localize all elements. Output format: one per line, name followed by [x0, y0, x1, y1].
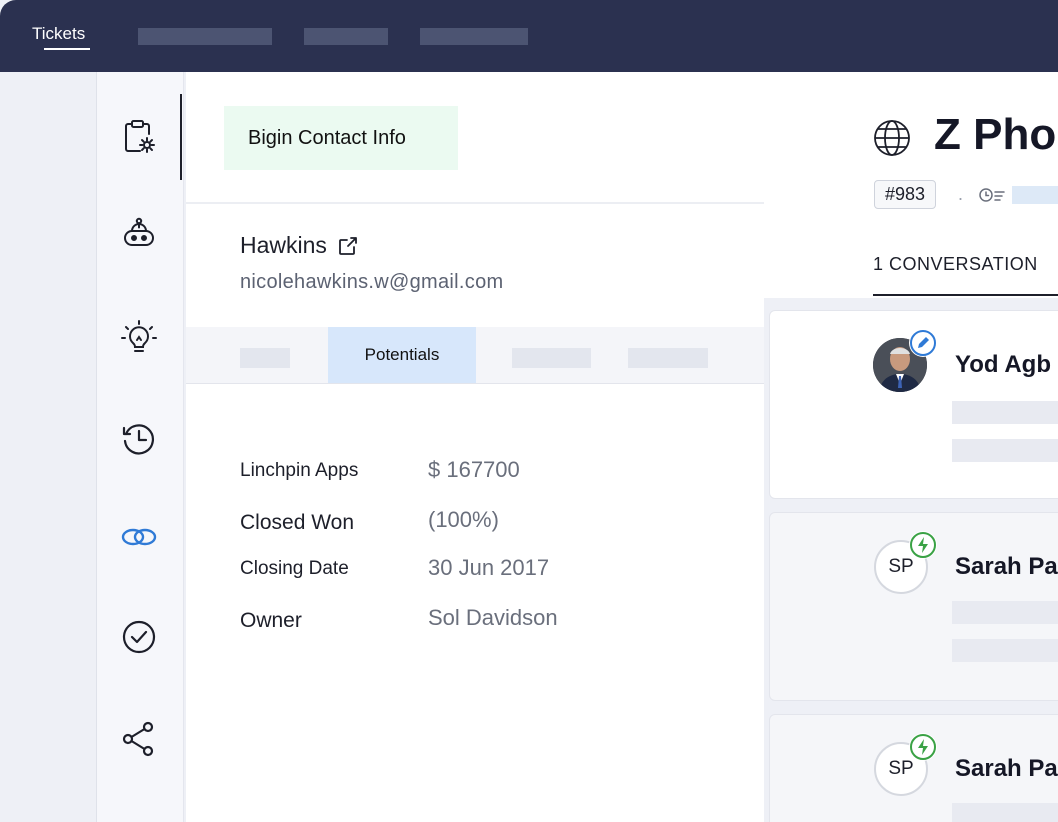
left-gutter — [0, 72, 96, 822]
tab-tickets[interactable]: Tickets — [32, 24, 85, 44]
tab-placeholder[interactable] — [304, 28, 388, 45]
field-label: Linchpin Apps — [240, 460, 359, 481]
tab-placeholder[interactable] — [512, 348, 591, 368]
panel-title: Bigin Contact Info — [224, 106, 458, 170]
field-value: (100%) — [428, 507, 499, 532]
separator: . — [958, 184, 964, 204]
ticket-subject: Z Phon — [934, 110, 1058, 159]
tab-conversation[interactable]: 1 CONVERSATION — [873, 254, 1038, 275]
message-placeholder — [952, 601, 1058, 624]
message-placeholder — [952, 439, 1058, 462]
panel-tabs: Potentials — [186, 327, 764, 384]
divider — [186, 202, 764, 204]
external-link-icon[interactable] — [337, 235, 359, 257]
pencil-icon — [909, 329, 937, 357]
top-navigation-bar: Tickets — [0, 0, 1058, 72]
status-placeholder — [1012, 186, 1058, 204]
sender-name: Sarah Pa — [955, 553, 1058, 580]
clock-list-icon — [979, 188, 1005, 202]
message-placeholder — [952, 803, 1058, 822]
globe-icon — [874, 120, 910, 156]
share-icon[interactable] — [117, 717, 161, 761]
check-circle-icon[interactable] — [117, 615, 161, 659]
contact-email[interactable]: nicolehawkins.w@gmail.com — [240, 271, 503, 294]
tab-tickets-underline — [44, 48, 90, 50]
tab-placeholder[interactable] — [138, 28, 272, 45]
message-placeholder — [952, 639, 1058, 662]
field-label: Closed Won — [240, 511, 355, 534]
contact-name[interactable]: Hawkins — [240, 232, 359, 259]
bolt-icon — [909, 531, 937, 559]
field-value: Sol Davidson — [428, 605, 558, 630]
field-value: 30 Jun 2017 — [428, 555, 550, 580]
field-label: Closing Date — [240, 558, 349, 579]
integration-icon-rail — [96, 72, 184, 822]
bigin-link-icon[interactable] — [117, 515, 161, 559]
ticket-id[interactable]: #983 — [874, 180, 937, 209]
field-label: Owner — [240, 609, 302, 632]
sender-name: Sarah Pa — [955, 755, 1058, 782]
tab-placeholder[interactable] — [240, 348, 290, 368]
bot-icon[interactable] — [117, 213, 161, 257]
history-icon[interactable] — [117, 417, 161, 461]
conversation-card[interactable]: SP Sarah Pa — [769, 512, 1058, 701]
bolt-icon — [909, 733, 937, 761]
bigin-contact-panel: Bigin Contact Info Hawkins nicolehawkins… — [186, 72, 764, 822]
rail-active-indicator — [180, 94, 182, 180]
ticket-detail: Z Phon #983 . 1 CONVERSATION — [764, 72, 1058, 822]
tab-conversation-underline — [873, 294, 1058, 296]
tab-potentials[interactable]: Potentials — [328, 327, 476, 383]
ticket-header: Z Phon #983 . 1 CONVERSATION — [764, 72, 1058, 298]
lightbulb-icon[interactable] — [117, 316, 161, 360]
field-value: $ 167700 — [428, 457, 520, 482]
sender-name: Yod Agb — [955, 351, 1051, 378]
clipboard-gear-icon[interactable] — [117, 115, 161, 159]
contact-name-text[interactable]: Hawkins — [240, 232, 327, 259]
conversation-card[interactable]: Yod Agb — [769, 310, 1058, 499]
tab-placeholder[interactable] — [420, 28, 528, 45]
tab-placeholder[interactable] — [628, 348, 708, 368]
message-placeholder — [952, 401, 1058, 424]
conversation-card[interactable]: SP Sarah Pa — [769, 714, 1058, 822]
